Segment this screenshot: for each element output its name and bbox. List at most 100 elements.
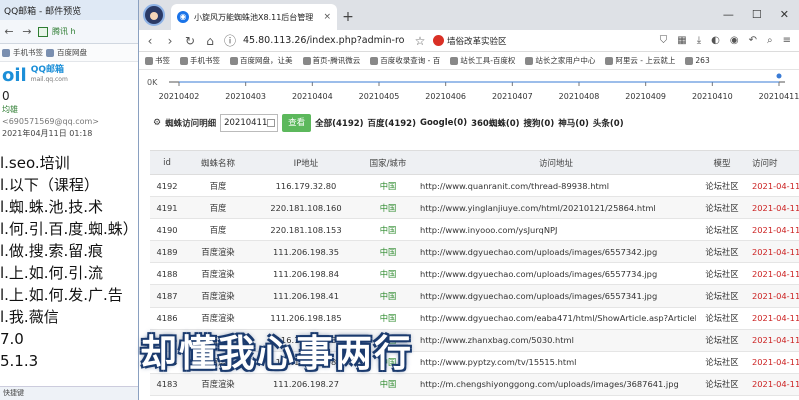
mail-body-line: l.seo.培训: [0, 154, 70, 172]
home-icon[interactable]: ⌂: [203, 34, 217, 48]
camera-icon[interactable]: ◉: [730, 35, 739, 46]
video-subtitle: 却懂我心事两行: [140, 332, 413, 375]
header-url[interactable]: 访问地址: [416, 150, 696, 175]
header-time[interactable]: 访问时: [748, 150, 799, 175]
mail-footer[interactable]: 快捷键: [0, 386, 138, 400]
cell-url[interactable]: http://www.dgyuechao.com/uploads/images/…: [416, 262, 696, 286]
table-row[interactable]: 4187 百度渲染 111.206.198.41 中国 http://www.dgyue…: [150, 284, 799, 308]
header-id[interactable]: id: [150, 150, 184, 175]
header-model[interactable]: 模型: [696, 150, 748, 175]
search-button[interactable]: 查看: [282, 114, 312, 132]
cell-url[interactable]: http://www.dgyuechao.com/uploads/images/…: [416, 284, 696, 308]
bookmark-item[interactable]: 阿里云 - 上云就上: [605, 55, 675, 66]
back-arrow-icon[interactable]: ←: [2, 25, 16, 39]
mail-toolbar: ← → 腾讯 h: [0, 20, 138, 44]
mail-sender-name[interactable]: 均雄: [2, 104, 138, 116]
date-value: 20210411: [224, 118, 268, 128]
forward-arrow-icon[interactable]: →: [20, 25, 34, 39]
close-tab-icon[interactable]: ×: [323, 12, 331, 22]
chart-point[interactable]: [776, 73, 782, 79]
filter-link-all[interactable]: 全部(4192): [315, 117, 363, 129]
download-icon[interactable]: ⤓: [697, 35, 701, 46]
bookmark-item[interactable]: 站长工具-百度权: [450, 55, 515, 66]
tab-active[interactable]: ◉ 小旋风万能蜘蛛池X8.11后台管理 ×: [171, 4, 337, 30]
spider-chart: 0K 20210402 20210403 20210404 20210405 202104…: [139, 70, 799, 108]
cell-url[interactable]: http://www.inyooo.com/ysJurqNPJ: [416, 218, 696, 242]
cell-model: 论坛社区: [696, 196, 748, 220]
qq-mail-logo: oil QQ邮箱 mail.qq.com: [0, 62, 138, 88]
cell-region: 中国: [360, 218, 416, 242]
cell-url[interactable]: http://www.quanranit.com/thread-89938.ht…: [416, 174, 696, 198]
cell-model: 论坛社区: [696, 307, 748, 330]
cell-url[interactable]: http://www.dgyuechao.com/uploads/images/…: [416, 240, 696, 264]
mail-window-title: QQ邮箱 - 邮件预览: [0, 0, 138, 20]
bookmark-item[interactable]: 首页-腾讯微云: [302, 55, 360, 66]
grid-icon[interactable]: ▦: [677, 35, 686, 46]
cell-url[interactable]: http://m.chengshiyonggong.com/uploads/im…: [416, 373, 696, 396]
reload-icon[interactable]: ↻: [183, 34, 197, 48]
zoom-icon[interactable]: ⌕: [767, 35, 773, 46]
minimize-icon[interactable]: —: [723, 8, 734, 21]
avatar[interactable]: [143, 4, 165, 26]
filter-label: 蜘蛛访问明细: [165, 119, 217, 129]
bookmark-item[interactable]: 书签: [145, 55, 170, 66]
menu-icon[interactable]: ≡: [783, 35, 791, 46]
cell-ip: 220.181.108.153: [252, 218, 360, 242]
cell-id: 4191: [150, 196, 184, 220]
table-row[interactable]: 4189 百度渲染 111.206.198.35 中国 http://www.dgyue…: [150, 240, 799, 264]
bookmark-item[interactable]: 百度收录查询 - 百: [370, 55, 440, 66]
table-row[interactable]: 4188 百度渲染 111.206.198.84 中国 http://www.dgyue…: [150, 262, 799, 286]
maximize-icon[interactable]: ☐: [752, 8, 762, 21]
cell-time: 2021-04-11 0: [748, 351, 799, 374]
cell-model: 论坛社区: [696, 218, 748, 242]
globe-icon: ◉: [177, 11, 189, 23]
filter-link-360[interactable]: 360蜘蛛(0): [471, 117, 519, 129]
cell-url[interactable]: http://www.dgyuechao.com/eaba471/html/Sh…: [416, 307, 696, 330]
mail-body-line: l.我.薇信: [0, 308, 59, 326]
globe-icon: [605, 56, 614, 65]
globe-icon: [525, 56, 534, 65]
star-icon[interactable]: ☆: [413, 34, 427, 48]
header-ip[interactable]: IP地址: [252, 150, 360, 175]
bookmark-item[interactable]: 手机书签: [180, 55, 220, 66]
shield-icon[interactable]: ⛉: [660, 35, 668, 46]
table-row[interactable]: 4192 百度 116.179.32.80 中国 http://www.quanrani…: [150, 174, 799, 198]
cell-url[interactable]: http://www.zhanxbag.com/5030.html: [416, 329, 696, 352]
filter-link-sogou[interactable]: 搜狗(0): [524, 117, 555, 129]
undo-icon[interactable]: ↶: [749, 35, 757, 46]
table-row[interactable]: 4190 百度 220.181.108.153 中国 http://www.inyooo…: [150, 218, 799, 242]
cell-name: 百度: [184, 174, 252, 198]
cell-id: 4188: [150, 262, 184, 286]
new-tab-button[interactable]: +: [337, 4, 359, 30]
qq-mail-logo-name: QQ邮箱: [30, 65, 65, 75]
filter-link-toutiao[interactable]: 头条(0): [593, 117, 624, 129]
globe-icon: [230, 56, 238, 65]
cell-time: 2021-04-11 0: [748, 284, 799, 308]
filter-link-shenma[interactable]: 神马(0): [558, 117, 589, 129]
close-window-icon[interactable]: ✕: [780, 8, 789, 21]
cell-url[interactable]: http://www.yinglanjiuye.com/html/2021012…: [416, 196, 696, 220]
mail-window: QQ邮箱 - 邮件预览 ← → 腾讯 h 手机书签 百度网盘 oil QQ邮箱 …: [0, 0, 139, 400]
back-icon[interactable]: ‹: [143, 34, 157, 48]
cell-model: 论坛社区: [696, 284, 748, 308]
cell-url[interactable]: http://www.pyptzy.com/tv/15515.html: [416, 351, 696, 374]
bookmark-item[interactable]: 站长之家用户中心: [525, 55, 595, 66]
forward-icon[interactable]: ›: [163, 34, 177, 48]
url-input[interactable]: 45.80.113.26/index.php?admin-ro: [243, 35, 407, 46]
extension-button[interactable]: 墙俗改革实验区: [433, 35, 507, 47]
filter-link-google[interactable]: Google(0): [420, 118, 467, 128]
bookmark-item[interactable]: 百度网盘，让美: [230, 55, 293, 66]
header-region[interactable]: 国家/城市: [360, 150, 416, 175]
date-input[interactable]: 20210411: [220, 114, 279, 132]
gamepad-icon[interactable]: ◐: [711, 35, 720, 46]
mail-bookmark-item[interactable]: 百度网盘: [57, 47, 87, 58]
filter-bar: ⚙ 蜘蛛访问明细 20210411 查看 全部(4192) 百度(4192) G…: [139, 108, 799, 138]
mail-bookmark-item[interactable]: 手机书签: [13, 47, 43, 58]
mail-bookmark-bar: 手机书签 百度网盘: [0, 44, 138, 62]
header-spider-name[interactable]: 蜘蛛名称: [184, 150, 252, 175]
site-info-icon[interactable]: ⓘ: [223, 32, 237, 49]
filter-link-baidu[interactable]: 百度(4192): [368, 117, 416, 129]
table-row[interactable]: 4191 百度 220.181.108.160 中国 http://www.yingla…: [150, 196, 799, 220]
mail-meta-line: 0: [2, 89, 10, 103]
bookmark-item[interactable]: 263: [685, 56, 710, 65]
